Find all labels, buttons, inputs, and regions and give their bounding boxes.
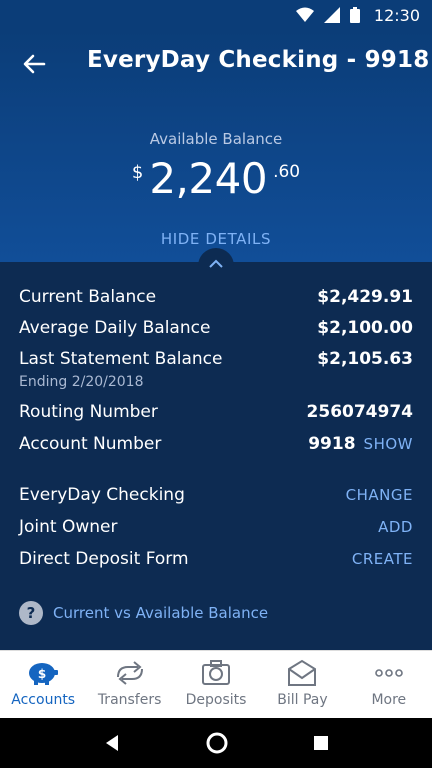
account-number-value: 9918 (308, 434, 356, 454)
camera-icon (202, 660, 231, 685)
product-label: EveryDay Checking (19, 485, 185, 505)
last-statement-label: Last Statement Balance (19, 349, 223, 369)
svg-text:$: $ (38, 667, 46, 681)
balance-help-link[interactable]: ? Current vs Available Balance (19, 601, 268, 625)
tab-more[interactable]: More (346, 651, 432, 718)
tab-deposits[interactable]: Deposits (173, 651, 259, 718)
balance-cents: .60 (273, 162, 301, 182)
account-number-row: Account Number 9918 SHOW (19, 434, 413, 454)
joint-owner-label: Joint Owner (19, 517, 118, 537)
details-panel: Current Balance $2,429.91 Average Daily … (0, 248, 432, 650)
battery-icon (349, 7, 360, 23)
create-form-button[interactable]: CREATE (352, 550, 413, 568)
routing-number-label: Routing Number (19, 402, 158, 422)
chevron-up-icon (209, 259, 223, 268)
currency-symbol: $ (131, 162, 144, 183)
avg-daily-balance-value: $2,100.00 (317, 318, 413, 338)
wifi-icon (295, 7, 314, 22)
last-statement-row: Last Statement Balance $2,105.63 (19, 349, 413, 369)
last-statement-date: Ending 2/20/2018 (19, 374, 144, 390)
direct-deposit-row: Direct Deposit Form CREATE (19, 549, 413, 569)
change-button[interactable]: CHANGE (346, 486, 413, 504)
question-icon: ? (19, 601, 43, 625)
account-number-label: Account Number (19, 434, 162, 454)
add-joint-owner-button[interactable]: ADD (378, 518, 413, 536)
tab-bill-pay[interactable]: Bill Pay (259, 651, 345, 718)
clock: 12:30 (373, 5, 420, 25)
tab-accounts-label: Accounts (11, 692, 76, 708)
tab-deposits-label: Deposits (185, 692, 247, 708)
tab-transfers-label: Transfers (97, 692, 162, 708)
transfer-arrows-icon (116, 661, 143, 685)
nav-recents-icon[interactable] (312, 734, 330, 752)
nav-home-icon[interactable] (205, 731, 229, 755)
joint-owner-row: Joint Owner ADD (19, 517, 413, 537)
available-balance-label: Available Balance (149, 130, 283, 148)
current-balance-row: Current Balance $2,429.91 (19, 287, 413, 307)
envelope-icon (288, 659, 317, 686)
routing-number-row: Routing Number 256074974 (19, 402, 413, 422)
show-account-button[interactable]: SHOW (364, 435, 413, 453)
tab-transfers[interactable]: Transfers (86, 651, 172, 718)
direct-deposit-label: Direct Deposit Form (19, 549, 189, 569)
available-balance-amount: $ 2,240 .60 (0, 154, 432, 203)
tab-accounts[interactable]: $ Accounts (0, 651, 86, 718)
account-header: EveryDay Checking - 9918 Available Balan… (0, 30, 432, 262)
current-balance-label: Current Balance (19, 287, 157, 307)
bottom-tab-bar: $ Accounts Transfers Deposits Bill Pay M… (0, 650, 432, 718)
current-balance-value: $2,429.91 (317, 287, 413, 307)
routing-number-value: 256074974 (306, 402, 413, 422)
more-dots-icon (375, 669, 403, 677)
tab-bill-pay-label: Bill Pay (277, 692, 328, 708)
tab-more-label: More (371, 692, 407, 708)
nav-back-icon[interactable] (102, 733, 122, 753)
status-bar: 12:30 (0, 0, 432, 30)
hide-details-button[interactable]: HIDE DETAILS (0, 230, 432, 248)
last-statement-value: $2,105.63 (317, 349, 413, 369)
signal-icon (323, 7, 340, 23)
page-title: EveryDay Checking - 9918 (87, 47, 430, 73)
balance-whole: 2,240 (149, 154, 268, 203)
product-row: EveryDay Checking CHANGE (19, 485, 413, 505)
avg-daily-balance-row: Average Daily Balance $2,100.00 (19, 318, 413, 338)
help-link-text: Current vs Available Balance (53, 604, 269, 622)
back-arrow-icon[interactable] (18, 48, 50, 80)
system-nav-bar (0, 718, 432, 768)
piggy-bank-icon: $ (29, 663, 59, 685)
avg-daily-balance-label: Average Daily Balance (19, 318, 211, 338)
